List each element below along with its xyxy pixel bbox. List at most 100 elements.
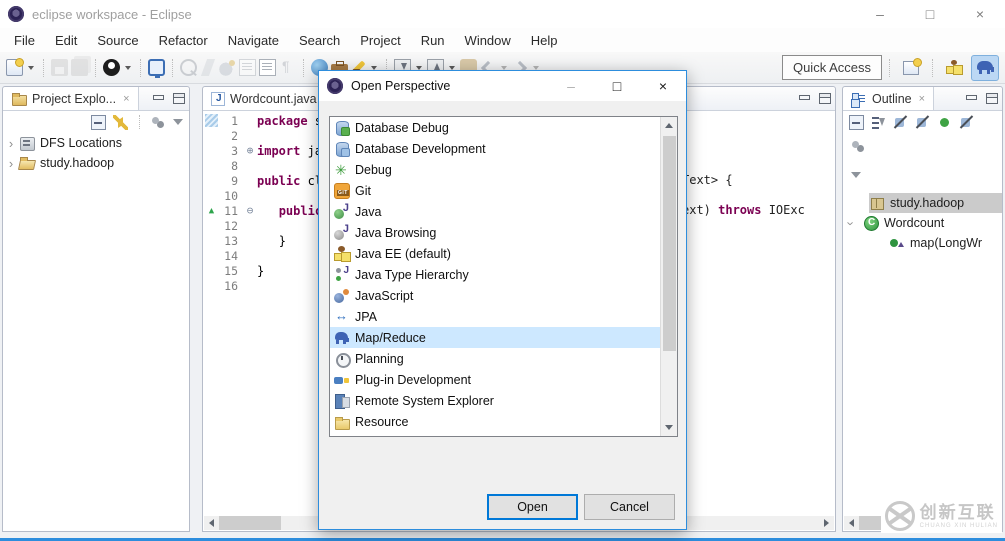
collapse-all-icon[interactable]	[91, 115, 106, 130]
link-with-editor-icon[interactable]	[113, 115, 128, 130]
previous-annotation-dropdown-icon[interactable]	[449, 66, 455, 70]
tree-item-dfs-locations[interactable]: DFS Locations	[3, 133, 189, 153]
mark-occurrences-dropdown-icon[interactable]	[371, 66, 377, 70]
show-whitespace-icon[interactable]	[279, 59, 296, 76]
maximize-view-icon[interactable]	[986, 93, 998, 104]
tab-close-icon[interactable]: ×	[919, 93, 925, 105]
perspective-item[interactable]: Database Development	[330, 138, 677, 159]
new-wizard-icon[interactable]	[6, 59, 23, 76]
perspective-item[interactable]: Git	[330, 180, 677, 201]
open-resource-icon[interactable]	[259, 59, 276, 76]
minimize-view-icon[interactable]	[798, 93, 810, 104]
user-account-dropdown-icon[interactable]	[125, 66, 131, 70]
back-dropdown-icon[interactable]	[501, 66, 507, 70]
cancel-button[interactable]: Cancel	[584, 494, 675, 520]
hide-local-types-icon[interactable]	[959, 115, 974, 130]
scroll-left-icon[interactable]	[844, 516, 859, 530]
dfs-browser-icon[interactable]	[148, 59, 165, 76]
quick-access-button[interactable]: Quick Access	[782, 55, 882, 80]
menu-help[interactable]: Help	[521, 30, 568, 51]
perspective-item-selected[interactable]: Map/Reduce	[330, 327, 677, 348]
menu-refactor[interactable]: Refactor	[149, 30, 218, 51]
scrollbar-thumb[interactable]	[663, 136, 676, 351]
mapreduce-perspective-button[interactable]	[971, 55, 999, 81]
minimize-view-icon[interactable]	[152, 93, 164, 104]
minimize-view-icon[interactable]	[965, 93, 977, 104]
external-tools-icon[interactable]	[180, 59, 197, 76]
outline-tab[interactable]: Outline ×	[843, 87, 934, 110]
collapse-all-icon[interactable]	[849, 115, 864, 130]
scroll-up-icon[interactable]	[661, 117, 678, 134]
outline-item-package[interactable]: study.hadoop	[843, 193, 1002, 213]
new-java-element-icon[interactable]	[219, 59, 236, 76]
maximize-view-icon[interactable]	[819, 93, 831, 104]
perspective-item[interactable]: Java	[330, 201, 677, 222]
window-minimize-button[interactable]: –	[855, 0, 905, 28]
tree-item-study-hadoop[interactable]: study.hadoop	[3, 153, 189, 173]
dialog-close-button[interactable]: ×	[640, 71, 686, 101]
view-menu-icon[interactable]	[851, 172, 861, 178]
expand-chevron-icon[interactable]	[3, 136, 19, 151]
save-icon[interactable]	[51, 59, 68, 76]
scroll-left-icon[interactable]	[204, 516, 219, 530]
perspective-item[interactable]: Java Browsing	[330, 222, 677, 243]
outline-item-label: study.hadoop	[890, 196, 964, 210]
menu-project[interactable]: Project	[350, 30, 410, 51]
perspective-item[interactable]: Java Type Hierarchy	[330, 264, 677, 285]
tab-close-icon[interactable]: ×	[123, 93, 129, 105]
menu-source[interactable]: Source	[87, 30, 148, 51]
project-explorer-tab[interactable]: Project Explo... ×	[3, 87, 139, 110]
dialog-minimize-button[interactable]: –	[548, 71, 594, 101]
perspective-item[interactable]: JavaScript	[330, 285, 677, 306]
menu-file[interactable]: File	[4, 30, 45, 51]
fold-marker-icon[interactable]: ⊕	[243, 144, 257, 157]
scroll-down-icon[interactable]	[661, 419, 678, 436]
perspective-item[interactable]: Database Debug	[330, 117, 677, 138]
dialog-maximize-button[interactable]: □	[594, 71, 640, 101]
perspective-list: Database Debug Database Development Debu…	[329, 116, 678, 437]
maximize-view-icon[interactable]	[173, 93, 185, 104]
open-perspective-button[interactable]	[897, 55, 925, 81]
scrollbar-thumb[interactable]	[219, 516, 281, 530]
fold-marker-icon[interactable]: ⊖	[243, 204, 257, 217]
next-annotation-dropdown-icon[interactable]	[416, 66, 422, 70]
outline-item-class[interactable]: Wordcount	[843, 213, 1002, 233]
menu-search[interactable]: Search	[289, 30, 350, 51]
focus-task-icon[interactable]	[151, 115, 166, 130]
perspective-item[interactable]: JPA	[330, 306, 677, 327]
perspective-item[interactable]: Java EE (default)	[330, 243, 677, 264]
expand-chevron-icon[interactable]	[3, 156, 19, 171]
perspective-item[interactable]: Planning	[330, 348, 677, 369]
focus-task-icon[interactable]	[851, 139, 866, 154]
open-type-icon[interactable]	[239, 59, 256, 76]
collapse-chevron-icon[interactable]	[844, 215, 859, 231]
perspective-item[interactable]: Plug-in Development	[330, 369, 677, 390]
perspective-item[interactable]: Remote System Explorer	[330, 390, 677, 411]
view-menu-icon[interactable]	[173, 119, 183, 125]
scroll-right-icon[interactable]	[819, 516, 834, 530]
save-all-icon[interactable]	[71, 59, 88, 76]
perspective-item-label: Git	[355, 184, 371, 198]
menu-run[interactable]: Run	[411, 30, 455, 51]
menu-edit[interactable]: Edit	[45, 30, 87, 51]
hide-non-public-members-icon[interactable]	[937, 115, 952, 130]
outline-item-method[interactable]: map(LongWr	[843, 233, 1002, 253]
sort-alphabetically-icon[interactable]	[871, 115, 886, 130]
hide-fields-icon[interactable]	[893, 115, 908, 130]
window-close-button[interactable]: ×	[955, 0, 1005, 28]
new-wizard-dropdown-icon[interactable]	[28, 66, 34, 70]
javaee-perspective-button[interactable]	[940, 55, 968, 81]
project-explorer-tabrow: Project Explo... ×	[3, 87, 189, 111]
perspective-item[interactable]: Resource	[330, 411, 677, 432]
window-title: eclipse workspace - Eclipse	[32, 7, 192, 22]
user-account-icon[interactable]	[103, 59, 120, 76]
menu-navigate[interactable]: Navigate	[218, 30, 289, 51]
window-maximize-button[interactable]: □	[905, 0, 955, 28]
menu-window[interactable]: Window	[455, 30, 521, 51]
perspective-item[interactable]: Debug	[330, 159, 677, 180]
open-button[interactable]: Open	[487, 494, 578, 520]
forward-dropdown-icon[interactable]	[533, 66, 539, 70]
run-last-icon[interactable]	[201, 59, 215, 76]
hide-static-members-icon[interactable]	[915, 115, 930, 130]
perspective-list-scrollbar[interactable]	[660, 117, 677, 436]
